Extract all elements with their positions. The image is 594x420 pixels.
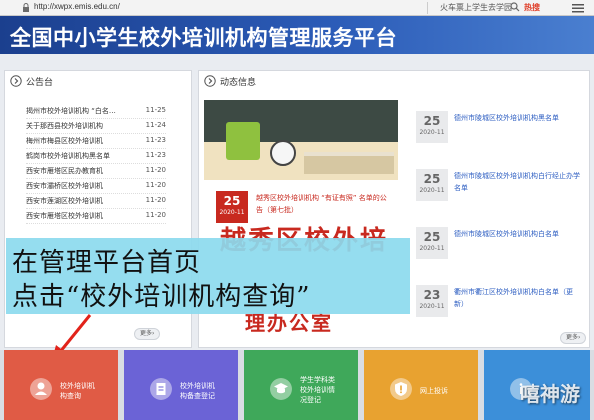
tile-label: 校外培训机 构备查登记 (180, 382, 215, 400)
document-icon (150, 378, 172, 400)
date-month: 2020-11 (419, 303, 445, 310)
shield-icon (390, 378, 412, 400)
hot-search-link[interactable]: 热搜 (524, 2, 540, 13)
date-day: 25 (423, 230, 441, 244)
tile-label: 校外培训机 构查询 (60, 382, 95, 400)
notice-title: 梅州市梅县区校外培训机 (26, 137, 103, 145)
tile-online-complaint[interactable]: 网上投诉 (364, 350, 478, 420)
notice-date: 11-25 (145, 106, 166, 114)
notice-item[interactable]: 梅州市梅县区校外培训机 11-23 (26, 134, 166, 149)
search-icon[interactable] (510, 2, 520, 12)
news-title: 德州市陵城区校外培训机构黑名单 (454, 114, 559, 122)
date-month: 2020-11 (419, 187, 445, 194)
news-date-badge: 23 2020-11 (416, 285, 448, 317)
news-date-badge: 25 2020-11 (416, 169, 448, 201)
toolbar-divider (427, 2, 428, 14)
notice-title: 关于那西县校外培训机构 (26, 122, 103, 130)
notice-item[interactable]: 西安市雁塔区民办教育机 11-20 (26, 164, 166, 179)
notice-date: 11-20 (145, 181, 166, 189)
notice-title: 鹤岗市校外培训机构黑名单 (26, 152, 110, 160)
notice-list: 揭州市校外培训机构 “白名… 11-25 关于那西县校外培训机构 11-24 梅州市… (26, 104, 166, 224)
chevron-right-icon (10, 75, 22, 87)
student-icon (270, 378, 292, 400)
notice-item[interactable]: 西安市莲湖区校外培训机 11-20 (26, 194, 166, 209)
lock-icon (23, 3, 29, 12)
notice-date: 11-23 (145, 151, 166, 159)
caption-line-2: 点击“校外培训机构查询” (12, 282, 311, 312)
watermark-text: 嘻神游 (520, 382, 580, 406)
notice-item[interactable]: 鹤岗市校外培训机构黑名单 11-23 (26, 149, 166, 164)
notice-item[interactable]: 西安市雁塔区校外培训机 11-20 (26, 209, 166, 224)
notice-date: 11-24 (145, 121, 166, 129)
news-more-button[interactable]: 更多› (560, 332, 587, 344)
clock-image (270, 140, 296, 166)
site-header: 全国中小学生校外培训机构管理服务平台 (0, 16, 594, 54)
featured-news-title: 越秀区校外培训机构 “有证有照” 名单的公告（第七批） (256, 194, 387, 214)
news-item[interactable]: 25 2020-11 德州市陵城区校外培训机构黑名单 (408, 104, 586, 150)
menu-icon[interactable] (572, 3, 584, 13)
news-photo[interactable] (204, 100, 398, 180)
date-month: 2020-11 (419, 129, 445, 136)
books-image (304, 152, 394, 174)
date-month: 2020-11 (419, 245, 445, 252)
news-date-badge: 25 2020-11 (416, 227, 448, 259)
notice-title: 西安市雁塔区民办教育机 (26, 167, 103, 175)
tile-institution-query[interactable]: 校外培训机 构查询 (4, 350, 118, 420)
date-month: 2020-11 (219, 209, 245, 216)
featured-date-badge: 25 2020-11 (216, 191, 248, 223)
site-title: 全国中小学生校外培训机构管理服务平台 (10, 26, 397, 50)
tile-label: 学生学科类 校外培训情 况登记 (300, 376, 335, 404)
tile-record-registration[interactable]: 校外培训机 构备查登记 (124, 350, 238, 420)
address-bar[interactable]: http://xwpx.emis.edu.cn/ (34, 2, 120, 11)
news-item[interactable]: 25 2020-11 德州市陵城区校外培训机构白行经止办学名单 (408, 162, 586, 208)
news-item[interactable]: 25 2020-11 德州市陵城区校外培训机构白名单 (408, 220, 586, 266)
notice-date: 11-20 (145, 211, 166, 219)
news-panel-header: 动态信息 (199, 71, 589, 91)
notice-title: 西安市莲湖区校外培训机 (26, 197, 103, 205)
news-panel-title: 动态信息 (220, 78, 257, 88)
notice-panel-header: 公告台 (5, 71, 191, 91)
date-day: 25 (423, 114, 441, 128)
notice-date: 11-20 (145, 166, 166, 174)
browser-toolbar: http://xwpx.emis.edu.cn/ 火车票上学生去学园 热搜 (0, 0, 594, 16)
chevron-right-icon (204, 75, 216, 87)
pencil-cup-image (226, 122, 260, 160)
notice-item[interactable]: 西安市灞桥区校外培训机 11-20 (26, 179, 166, 194)
news-title: 德州市陵城区校外培训机构白名单 (454, 230, 559, 238)
date-day: 25 (423, 172, 441, 186)
news-item[interactable]: 23 2020-11 衢州市衢江区校外培训机构白名单（更新） (408, 278, 586, 324)
notice-title: 揭州市校外培训机构 “白名… (26, 107, 116, 115)
notice-title: 西安市灞桥区校外培训机 (26, 182, 103, 190)
news-title: 德州市陵城区校外培训机构白行经止办学名单 (454, 172, 580, 192)
date-day: 23 (423, 288, 441, 302)
notice-more-button[interactable]: 更多› (134, 328, 161, 340)
notice-date: 11-23 (145, 136, 166, 144)
news-title: 衢州市衢江区校外培训机构白名单（更新） (454, 288, 573, 308)
notice-date: 11-20 (145, 196, 166, 204)
notice-title: 西安市雁塔区校外培训机 (26, 212, 103, 220)
news-date-badge: 25 2020-11 (416, 111, 448, 143)
tile-label: 网上投诉 (420, 387, 448, 395)
browser-search-input[interactable]: 火车票上学生去学园 (440, 2, 512, 13)
notice-item[interactable]: 揭州市校外培训机构 “白名… 11-25 (26, 104, 166, 119)
notice-panel-title: 公告台 (26, 78, 54, 88)
notice-item[interactable]: 关于那西县校外培训机构 11-24 (26, 119, 166, 134)
user-search-icon (30, 378, 52, 400)
tile-student-registration[interactable]: 学生学科类 校外培训情 况登记 (244, 350, 358, 420)
instruction-caption: 在管理平台首页 点击“校外培训机构查询” (6, 238, 410, 314)
caption-line-1: 在管理平台首页 (12, 248, 202, 278)
date-day: 25 (223, 194, 241, 208)
